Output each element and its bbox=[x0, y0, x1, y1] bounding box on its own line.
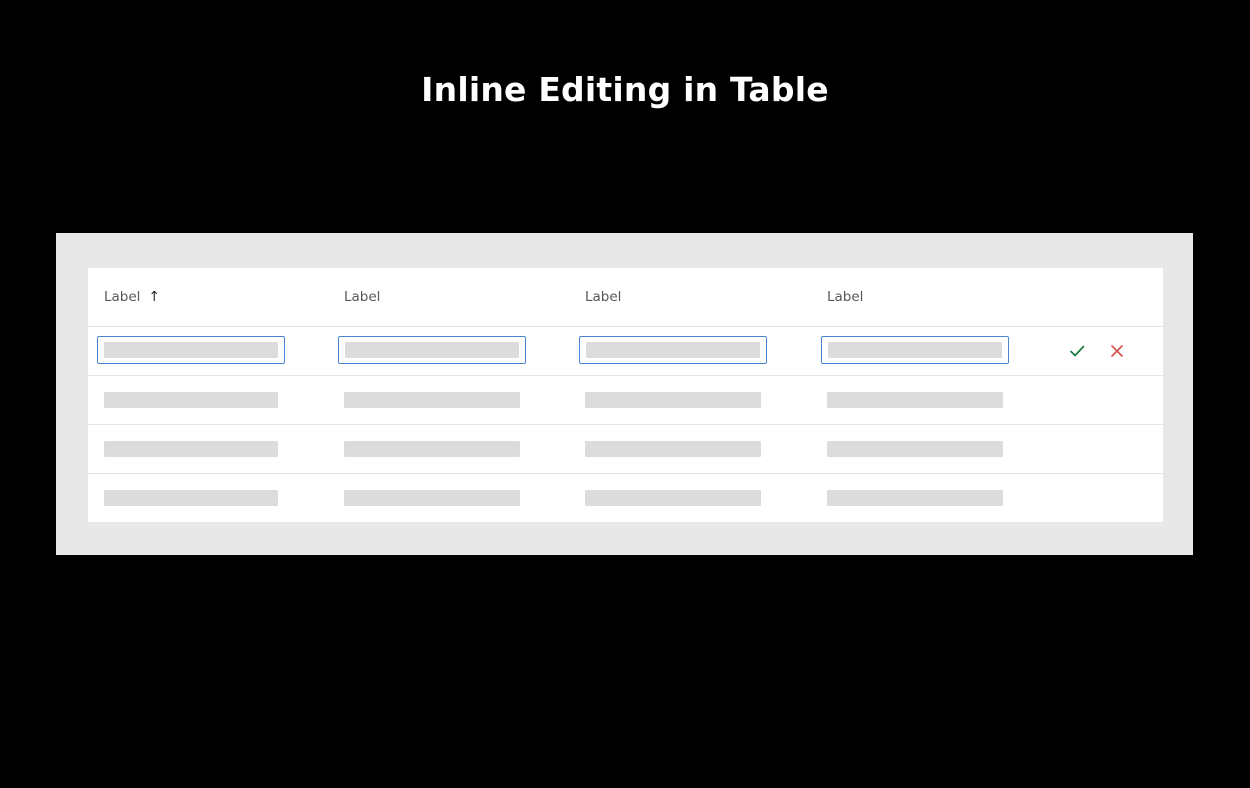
page-root: Inline Editing in Table Label ↑ Label La… bbox=[0, 0, 1250, 788]
edit-input-2-value bbox=[345, 342, 519, 358]
data-table: Label ↑ Label Label Label bbox=[88, 268, 1163, 522]
cell-placeholder bbox=[585, 441, 761, 457]
edit-input-3-value bbox=[586, 342, 760, 358]
cell-placeholder bbox=[585, 490, 761, 506]
table-row[interactable] bbox=[88, 425, 1163, 474]
cell-placeholder bbox=[827, 441, 1003, 457]
cell-placeholder bbox=[585, 392, 761, 408]
edit-input-4[interactable] bbox=[821, 336, 1009, 364]
edit-input-1[interactable] bbox=[97, 336, 285, 364]
check-icon bbox=[1070, 345, 1085, 357]
table-panel: Label ↑ Label Label Label bbox=[56, 233, 1193, 555]
confirm-edit-button[interactable] bbox=[1066, 340, 1088, 362]
arrow-up-icon[interactable]: ↑ bbox=[148, 290, 160, 304]
cell-placeholder bbox=[344, 441, 520, 457]
column-header-3-label: Label bbox=[585, 289, 622, 305]
page-title: Inline Editing in Table bbox=[421, 70, 829, 109]
cell-placeholder bbox=[104, 490, 278, 506]
table-row[interactable] bbox=[88, 376, 1163, 425]
column-header-2-label: Label bbox=[344, 289, 381, 305]
close-icon bbox=[1111, 345, 1123, 357]
table-row[interactable] bbox=[88, 474, 1163, 522]
edit-input-1-value bbox=[104, 342, 278, 358]
table-row-editing bbox=[88, 327, 1163, 376]
cell-placeholder bbox=[827, 490, 1003, 506]
column-header-2[interactable]: Label bbox=[344, 268, 380, 326]
cell-placeholder bbox=[104, 441, 278, 457]
cell-placeholder bbox=[104, 392, 278, 408]
cell-placeholder bbox=[344, 392, 520, 408]
cell-placeholder bbox=[827, 392, 1003, 408]
edit-input-3[interactable] bbox=[579, 336, 767, 364]
column-header-4-label: Label bbox=[827, 289, 864, 305]
column-header-3[interactable]: Label bbox=[585, 268, 621, 326]
column-header-1[interactable]: Label ↑ bbox=[104, 268, 160, 326]
column-header-4[interactable]: Label bbox=[827, 268, 863, 326]
cell-placeholder bbox=[344, 490, 520, 506]
cancel-edit-button[interactable] bbox=[1106, 340, 1128, 362]
edit-input-4-value bbox=[828, 342, 1002, 358]
column-header-1-label: Label bbox=[104, 289, 141, 305]
edit-input-2[interactable] bbox=[338, 336, 526, 364]
table-header-row: Label ↑ Label Label Label bbox=[88, 268, 1163, 327]
row-action-group bbox=[1066, 327, 1128, 375]
